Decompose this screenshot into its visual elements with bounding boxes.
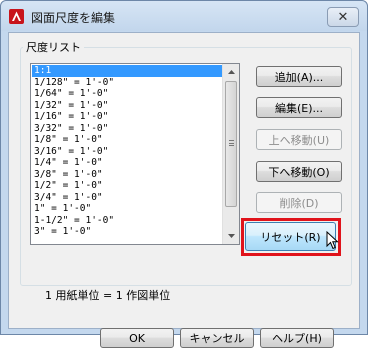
scale-list-item[interactable]: 3/4" = 1'-0" bbox=[32, 192, 223, 204]
scale-list-item[interactable]: 1/4" = 1'-0" bbox=[32, 157, 223, 169]
vertical-scrollbar[interactable] bbox=[222, 64, 239, 244]
ok-button[interactable]: OK bbox=[100, 328, 174, 348]
scale-list-item[interactable]: 1/2" = 1'-0" bbox=[32, 180, 223, 192]
autocad-icon bbox=[9, 9, 24, 24]
scroll-down-button[interactable] bbox=[223, 228, 239, 244]
scale-list-item[interactable]: 1/32" = 1'-0" bbox=[32, 100, 223, 112]
window-title: 図面尺度を編集 bbox=[31, 11, 116, 25]
scroll-up-button[interactable] bbox=[223, 64, 239, 80]
unit-info-label: 1 用紙単位 = 1 作図単位 bbox=[45, 289, 171, 302]
delete-button[interactable]: 削除(D) bbox=[256, 192, 342, 213]
scale-list-item[interactable]: 3/32" = 1'-0" bbox=[32, 123, 223, 135]
title-bar[interactable]: 図面尺度を編集 ✕ bbox=[1, 1, 367, 31]
add-button[interactable]: 追加(A)... bbox=[256, 66, 342, 87]
scale-list-item[interactable]: 1/8" = 1'-0" bbox=[32, 134, 223, 146]
scale-listbox[interactable]: 1:1 1/128" = 1'-0" 1/64" = 1'-0" 1/32" = 1'… bbox=[30, 63, 240, 245]
mouse-pointer-icon bbox=[326, 231, 339, 250]
move-down-button[interactable]: 下へ移動(O) bbox=[256, 161, 342, 182]
arrow-up-icon bbox=[227, 70, 235, 74]
cancel-button[interactable]: キャンセル bbox=[180, 328, 254, 348]
scale-list-item[interactable]: 3/16" = 1'-0" bbox=[32, 146, 223, 158]
grip-icon bbox=[229, 140, 234, 146]
scale-list-item[interactable]: 1/128" = 1'-0" bbox=[32, 77, 223, 89]
edit-drawing-scales-dialog: 図面尺度を編集 ✕ 尺度リスト 1:1 1/128" = 1'-0" 1/64" =… bbox=[0, 0, 368, 348]
scroll-thumb[interactable] bbox=[225, 81, 237, 207]
scale-list-items: 1:1 1/128" = 1'-0" 1/64" = 1'-0" 1/32" = 1'… bbox=[32, 65, 223, 238]
reset-button[interactable]: リセット(R) bbox=[245, 222, 336, 251]
edit-button[interactable]: 編集(E)... bbox=[256, 97, 342, 118]
scale-list-item[interactable]: 1/64" = 1'-0" bbox=[32, 88, 223, 100]
scale-list-group-title: 尺度リスト bbox=[23, 39, 84, 55]
scale-list-item[interactable]: 1" = 1'-0" bbox=[32, 203, 223, 215]
move-up-button[interactable]: 上へ移動(U) bbox=[256, 129, 342, 150]
close-button[interactable]: ✕ bbox=[327, 7, 359, 27]
scale-list-item[interactable]: 1/16" = 1'-0" bbox=[32, 111, 223, 123]
close-icon: ✕ bbox=[337, 9, 349, 25]
scale-list-item[interactable]: 1:1 bbox=[32, 65, 223, 77]
arrow-down-icon bbox=[227, 234, 235, 238]
dialog-body: 尺度リスト 1:1 1/128" = 1'-0" 1/64" = 1'-0" 1/32… bbox=[8, 32, 360, 348]
help-button[interactable]: ヘルプ(H) bbox=[260, 328, 334, 348]
scale-list-item[interactable]: 3" = 1'-0" bbox=[32, 226, 223, 238]
scale-list-item[interactable]: 3/8" = 1'-0" bbox=[32, 169, 223, 181]
scale-list-item[interactable]: 1-1/2" = 1'-0" bbox=[32, 215, 223, 227]
